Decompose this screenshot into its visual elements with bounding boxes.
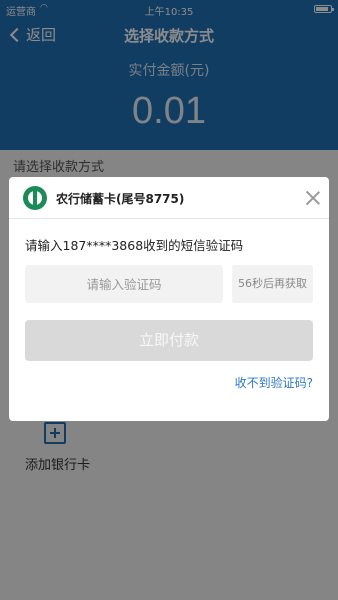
sms-hint: 请输入187****3868收到的短信验证码 xyxy=(25,238,244,253)
close-icon[interactable] xyxy=(303,188,323,208)
dialog-header: 农行储蓄卡(尾号8775) xyxy=(9,177,329,219)
resend-code-button[interactable]: 56秒后再获取 xyxy=(232,265,313,303)
bank-logo-icon xyxy=(23,186,47,210)
pay-now-button[interactable]: 立即付款 xyxy=(25,320,313,361)
verification-code-input[interactable] xyxy=(25,265,223,303)
no-code-link[interactable]: 收不到验证码? xyxy=(235,374,313,391)
bank-card-name: 农行储蓄卡(尾号8775) xyxy=(56,192,185,206)
sms-verification-dialog: 农行储蓄卡(尾号8775) 请输入187****3868收到的短信验证码 56秒… xyxy=(9,177,329,421)
